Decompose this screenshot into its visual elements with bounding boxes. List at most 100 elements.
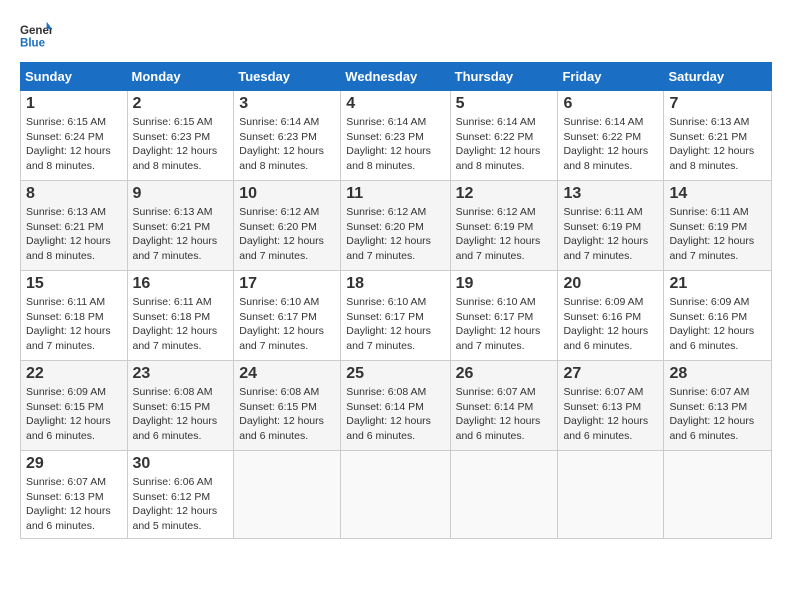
day-number: 12 <box>456 185 553 203</box>
day-number: 28 <box>669 365 766 383</box>
calendar-cell: 27 Sunrise: 6:07 AMSunset: 6:13 PMDayligh… <box>558 361 664 451</box>
calendar-cell: 3 Sunrise: 6:14 AMSunset: 6:23 PMDaylight… <box>234 91 341 181</box>
calendar-cell: 7 Sunrise: 6:13 AMSunset: 6:21 PMDaylight… <box>664 91 772 181</box>
day-info: Sunrise: 6:08 AMSunset: 6:15 PMDaylight:… <box>133 385 229 444</box>
calendar-cell: 10 Sunrise: 6:12 AMSunset: 6:20 PMDayligh… <box>234 181 341 271</box>
calendar-cell: 12 Sunrise: 6:12 AMSunset: 6:19 PMDayligh… <box>450 181 558 271</box>
day-number: 8 <box>26 185 122 203</box>
day-info: Sunrise: 6:13 AMSunset: 6:21 PMDaylight:… <box>133 205 229 264</box>
day-number: 16 <box>133 275 229 293</box>
column-header-monday: Monday <box>127 63 234 91</box>
day-number: 27 <box>563 365 658 383</box>
calendar-cell: 30 Sunrise: 6:06 AMSunset: 6:12 PMDayligh… <box>127 451 234 539</box>
calendar-cell <box>450 451 558 539</box>
calendar-cell: 20Sunrise: 6:09 AMSunset: 6:16 PMDayligh… <box>558 271 664 361</box>
day-info: Sunrise: 6:11 AMSunset: 6:18 PMDaylight:… <box>133 295 229 354</box>
day-info: Sunrise: 6:11 AMSunset: 6:18 PMDaylight:… <box>26 295 122 354</box>
logo: General Blue <box>20 20 56 52</box>
calendar-cell: 25 Sunrise: 6:08 AMSunset: 6:14 PMDayligh… <box>341 361 450 451</box>
day-number: 11 <box>346 185 444 203</box>
page-header: General Blue <box>20 20 772 52</box>
day-number: 18 <box>346 275 444 293</box>
day-number: 14 <box>669 185 766 203</box>
day-info: Sunrise: 6:08 AMSunset: 6:14 PMDaylight:… <box>346 385 444 444</box>
day-info: Sunrise: 6:14 AMSunset: 6:22 PMDaylight:… <box>563 115 658 174</box>
day-info: Sunrise: 6:07 AMSunset: 6:14 PMDaylight:… <box>456 385 553 444</box>
calendar-cell: 28Sunrise: 6:07 AMSunset: 6:13 PMDayligh… <box>664 361 772 451</box>
day-number: 17 <box>239 275 335 293</box>
calendar-cell: 17 Sunrise: 6:10 AMSunset: 6:17 PMDayligh… <box>234 271 341 361</box>
day-number: 24 <box>239 365 335 383</box>
calendar-header-row: SundayMondayTuesdayWednesdayThursdayFrid… <box>21 63 772 91</box>
week-row-5: 29Sunrise: 6:07 AMSunset: 6:13 PMDayligh… <box>21 451 772 539</box>
day-info: Sunrise: 6:11 AMSunset: 6:19 PMDaylight:… <box>563 205 658 264</box>
day-number: 21 <box>669 275 766 293</box>
day-info: Sunrise: 6:07 AMSunset: 6:13 PMDaylight:… <box>563 385 658 444</box>
day-info: Sunrise: 6:14 AMSunset: 6:22 PMDaylight:… <box>456 115 553 174</box>
calendar-cell: 19 Sunrise: 6:10 AMSunset: 6:17 PMDayligh… <box>450 271 558 361</box>
day-number: 10 <box>239 185 335 203</box>
day-number: 6 <box>563 95 658 113</box>
calendar-cell <box>234 451 341 539</box>
day-number: 25 <box>346 365 444 383</box>
day-info: Sunrise: 6:08 AMSunset: 6:15 PMDaylight:… <box>239 385 335 444</box>
calendar-cell: 15 Sunrise: 6:11 AMSunset: 6:18 PMDayligh… <box>21 271 128 361</box>
calendar-cell: 4Sunrise: 6:14 AMSunset: 6:23 PMDaylight… <box>341 91 450 181</box>
calendar-cell <box>341 451 450 539</box>
day-number: 23 <box>133 365 229 383</box>
calendar-cell: 29Sunrise: 6:07 AMSunset: 6:13 PMDayligh… <box>21 451 128 539</box>
column-header-wednesday: Wednesday <box>341 63 450 91</box>
day-number: 15 <box>26 275 122 293</box>
week-row-1: 1 Sunrise: 6:15 AMSunset: 6:24 PMDaylight… <box>21 91 772 181</box>
day-number: 7 <box>669 95 766 113</box>
day-info: Sunrise: 6:12 AMSunset: 6:19 PMDaylight:… <box>456 205 553 264</box>
day-info: Sunrise: 6:06 AMSunset: 6:12 PMDaylight:… <box>133 475 229 534</box>
day-info: Sunrise: 6:09 AMSunset: 6:15 PMDaylight:… <box>26 385 122 444</box>
day-number: 3 <box>239 95 335 113</box>
day-number: 19 <box>456 275 553 293</box>
calendar-cell: 26 Sunrise: 6:07 AMSunset: 6:14 PMDayligh… <box>450 361 558 451</box>
calendar-cell: 21 Sunrise: 6:09 AMSunset: 6:16 PMDayligh… <box>664 271 772 361</box>
day-number: 9 <box>133 185 229 203</box>
day-number: 4 <box>346 95 444 113</box>
day-number: 2 <box>133 95 229 113</box>
week-row-3: 15 Sunrise: 6:11 AMSunset: 6:18 PMDayligh… <box>21 271 772 361</box>
calendar-cell: 22 Sunrise: 6:09 AMSunset: 6:15 PMDayligh… <box>21 361 128 451</box>
day-info: Sunrise: 6:09 AMSunset: 6:16 PMDaylight:… <box>669 295 766 354</box>
calendar-cell: 13 Sunrise: 6:11 AMSunset: 6:19 PMDayligh… <box>558 181 664 271</box>
svg-text:Blue: Blue <box>20 38 46 50</box>
calendar-body: 1 Sunrise: 6:15 AMSunset: 6:24 PMDaylight… <box>21 91 772 539</box>
day-number: 13 <box>563 185 658 203</box>
day-info: Sunrise: 6:12 AMSunset: 6:20 PMDaylight:… <box>239 205 335 264</box>
day-info: Sunrise: 6:09 AMSunset: 6:16 PMDaylight:… <box>563 295 658 354</box>
column-header-saturday: Saturday <box>664 63 772 91</box>
day-info: Sunrise: 6:13 AMSunset: 6:21 PMDaylight:… <box>669 115 766 174</box>
day-number: 22 <box>26 365 122 383</box>
column-header-sunday: Sunday <box>21 63 128 91</box>
day-number: 1 <box>26 95 122 113</box>
day-info: Sunrise: 6:15 AMSunset: 6:23 PMDaylight:… <box>133 115 229 174</box>
day-info: Sunrise: 6:10 AMSunset: 6:17 PMDaylight:… <box>239 295 335 354</box>
day-number: 26 <box>456 365 553 383</box>
column-header-friday: Friday <box>558 63 664 91</box>
day-number: 29 <box>26 455 122 473</box>
day-info: Sunrise: 6:15 AMSunset: 6:24 PMDaylight:… <box>26 115 122 174</box>
calendar-cell: 8Sunrise: 6:13 AMSunset: 6:21 PMDaylight… <box>21 181 128 271</box>
calendar-cell: 11 Sunrise: 6:12 AMSunset: 6:20 PMDayligh… <box>341 181 450 271</box>
day-info: Sunrise: 6:12 AMSunset: 6:20 PMDaylight:… <box>346 205 444 264</box>
week-row-2: 8 Sunrise: 6:13 AMSunset: 6:21 PMDaylight… <box>21 181 772 271</box>
column-header-tuesday: Tuesday <box>234 63 341 91</box>
calendar-cell: 14 Sunrise: 6:11 AMSunset: 6:19 PMDayligh… <box>664 181 772 271</box>
week-row-4: 22 Sunrise: 6:09 AMSunset: 6:15 PMDayligh… <box>21 361 772 451</box>
calendar-cell <box>558 451 664 539</box>
calendar-cell: 23 Sunrise: 6:08 AMSunset: 6:15 PMDayligh… <box>127 361 234 451</box>
day-info: Sunrise: 6:14 AMSunset: 6:23 PMDaylight:… <box>239 115 335 174</box>
column-header-thursday: Thursday <box>450 63 558 91</box>
calendar-cell: 24 Sunrise: 6:08 AMSunset: 6:15 PMDayligh… <box>234 361 341 451</box>
calendar-table: SundayMondayTuesdayWednesdayThursdayFrid… <box>20 62 772 539</box>
day-number: 30 <box>133 455 229 473</box>
calendar-cell: 1 Sunrise: 6:15 AMSunset: 6:24 PMDaylight… <box>21 91 128 181</box>
day-info: Sunrise: 6:10 AMSunset: 6:17 PMDaylight:… <box>456 295 553 354</box>
day-info: Sunrise: 6:11 AMSunset: 6:19 PMDaylight:… <box>669 205 766 264</box>
day-number: 5 <box>456 95 553 113</box>
